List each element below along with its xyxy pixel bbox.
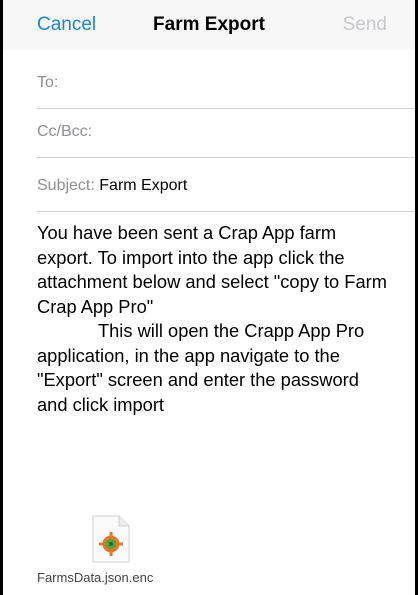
send-button[interactable]: Send — [343, 14, 387, 36]
subject-label: Subject: — [37, 177, 95, 194]
to-label: To: — [37, 74, 59, 91]
navigation-bar: Cancel Farm Export Send — [3, 0, 415, 50]
subject-field[interactable]: Subject: Farm Export — [37, 161, 415, 212]
to-field[interactable]: To: — [37, 58, 415, 109]
mail-compose-window: Cancel Farm Export Send To: Cc/Bcc: Subj… — [0, 0, 418, 595]
attachment-filename[interactable]: FarmsData.json.enc — [37, 570, 197, 585]
cc-bcc-label: Cc/Bcc: — [37, 123, 93, 140]
file-attachment-icon[interactable] — [92, 515, 130, 563]
cc-bcc-field[interactable]: Cc/Bcc: — [37, 107, 415, 158]
message-body[interactable]: You have been sent a Crap App farm expor… — [37, 221, 393, 417]
subject-value[interactable]: Farm Export — [99, 177, 187, 194]
